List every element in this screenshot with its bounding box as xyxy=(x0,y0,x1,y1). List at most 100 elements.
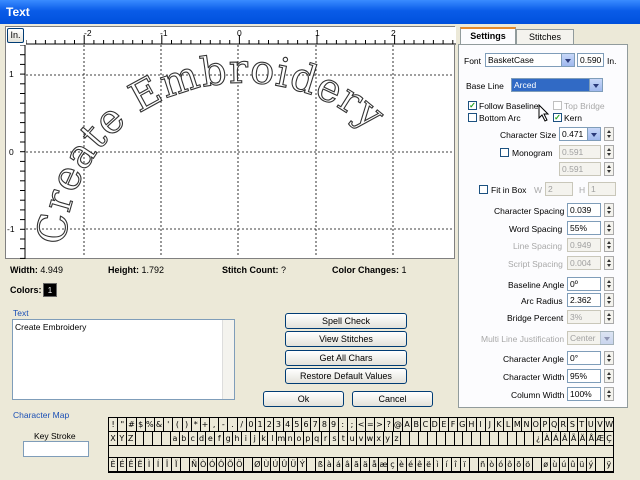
charmap-cell[interactable]: l xyxy=(268,431,278,446)
charmap-cell[interactable]: Ö xyxy=(235,457,245,472)
multiline-dropdown-icon[interactable] xyxy=(600,331,614,345)
charmap-cell[interactable]: å xyxy=(370,457,380,472)
ok-button[interactable]: Ok xyxy=(263,391,344,407)
charmap-cell[interactable]: Û xyxy=(280,457,290,472)
charmap-cell[interactable]: Ä xyxy=(578,431,588,446)
line-spacing-input[interactable]: 0.949 xyxy=(567,238,601,252)
charmap-cell[interactable]: d xyxy=(197,431,207,446)
charmap-cell[interactable]: k xyxy=(259,431,269,446)
charmap-cell[interactable]: Ã xyxy=(569,431,579,446)
charmap-cell[interactable] xyxy=(595,457,605,472)
char-angle-input[interactable]: 0° xyxy=(567,351,601,365)
charmap-cell[interactable]: v xyxy=(357,431,366,446)
charmap-cell[interactable]: 3 xyxy=(274,417,284,432)
charmap-cell[interactable]: È xyxy=(109,457,119,472)
charmap-cell[interactable]: ò xyxy=(487,457,497,472)
charmap-cell[interactable]: M xyxy=(513,417,523,432)
monogram-checkbox[interactable] xyxy=(500,148,509,157)
charmap-cell[interactable]: A xyxy=(403,417,413,432)
charmap-cell[interactable]: X xyxy=(109,431,118,446)
charmap-cell[interactable]: P xyxy=(540,417,550,432)
charmap-cell[interactable]: ô xyxy=(505,457,515,472)
tab-settings[interactable]: Settings xyxy=(460,27,516,45)
unit-button[interactable]: In. xyxy=(7,28,24,43)
char-spacing-spinner[interactable] xyxy=(604,203,614,217)
charmap-cell[interactable]: = xyxy=(366,417,376,432)
font-size-input[interactable]: 0.590 xyxy=(577,53,604,67)
charmap-cell[interactable]: x xyxy=(374,431,384,446)
charmap-cell[interactable]: Ç xyxy=(605,431,614,446)
charmap-cell[interactable]: * xyxy=(191,417,201,432)
baseline-dropdown-icon[interactable] xyxy=(589,78,603,92)
charmap-cell[interactable]: Å xyxy=(587,431,597,446)
charmap-cell[interactable]: ) xyxy=(182,417,192,432)
box-width-input[interactable]: 2 xyxy=(545,182,573,196)
char-size-spinner[interactable] xyxy=(604,127,614,141)
charmap-cell[interactable]: Æ xyxy=(596,431,606,446)
charmap-cell[interactable]: i xyxy=(241,431,251,446)
charmap-cell[interactable]: Ï xyxy=(172,457,182,472)
charmap-cell[interactable]: / xyxy=(237,417,247,432)
charmap-cell[interactable]: É xyxy=(118,457,128,472)
charmap-cell[interactable]: Ó xyxy=(208,457,218,472)
charmap-cell[interactable]: Õ xyxy=(226,457,236,472)
charmap-cell[interactable]: è xyxy=(397,457,407,472)
charmap-cell[interactable]: h xyxy=(233,431,242,446)
char-angle-spinner[interactable] xyxy=(604,351,614,365)
color-chip[interactable]: 1 xyxy=(43,283,57,297)
charmap-cell[interactable]: , xyxy=(210,417,220,432)
charmap-cell[interactable]: 9 xyxy=(329,417,339,432)
charmap-cell[interactable]: ; xyxy=(347,417,358,432)
charmap-cell[interactable] xyxy=(401,431,411,446)
charmap-cell[interactable]: - xyxy=(219,417,229,432)
charmap-cell[interactable]: ã xyxy=(352,457,362,472)
charmap-cell[interactable]: 1 xyxy=(256,417,266,432)
spell-check-button[interactable]: Spell Check xyxy=(285,313,407,329)
line-spacing-spinner[interactable] xyxy=(604,238,614,252)
charmap-cell[interactable] xyxy=(498,431,508,446)
charmap-cell[interactable] xyxy=(516,431,526,446)
charmap-cell[interactable] xyxy=(427,431,437,446)
charmap-cell[interactable]: Ô xyxy=(217,457,227,472)
charmap-cell[interactable]: $ xyxy=(136,417,146,432)
charmap-cell[interactable]: J xyxy=(485,417,495,432)
charmap-cell[interactable]: n xyxy=(286,431,296,446)
charmap-cell[interactable]: N xyxy=(522,417,532,432)
word-spacing-spinner[interactable] xyxy=(604,221,614,235)
charmap-cell[interactable]: B xyxy=(412,417,422,432)
charmap-cell[interactable]: ý xyxy=(586,457,596,472)
charmap-cell[interactable]: C xyxy=(421,417,431,432)
charmap-cell[interactable]: Z xyxy=(126,431,136,446)
charmap-cell[interactable]: ß xyxy=(316,457,326,472)
charmap-cell[interactable]: Â xyxy=(560,431,570,446)
charmap-cell[interactable]: æ xyxy=(379,457,389,472)
charmap-cell[interactable] xyxy=(454,431,464,446)
charmap-cell[interactable]: S xyxy=(568,417,578,432)
charmap-cell[interactable] xyxy=(469,457,479,472)
charmap-cell[interactable]: ì xyxy=(433,457,443,472)
charmap-cell[interactable]: Ò xyxy=(199,457,209,472)
charmap-cell[interactable]: ø xyxy=(541,457,551,472)
charmap-cell[interactable] xyxy=(144,431,154,446)
charmap-cell[interactable]: Á xyxy=(551,431,561,446)
char-width-input[interactable]: 95% xyxy=(567,369,601,383)
charmap-cell[interactable]: . xyxy=(228,417,238,432)
charmap-cell[interactable] xyxy=(162,431,172,446)
charmap-cell[interactable]: 7 xyxy=(311,417,321,432)
follow-baseline-checkbox[interactable]: ✓ xyxy=(468,101,477,110)
monogram-spinner-1[interactable] xyxy=(604,145,614,159)
charmap-cell[interactable]: b xyxy=(179,431,189,446)
charmap-cell[interactable]: L xyxy=(504,417,514,432)
bridge-percent-input[interactable]: 3% xyxy=(567,310,601,324)
charmap-cell[interactable]: õ xyxy=(514,457,524,472)
cancel-button[interactable]: Cancel xyxy=(352,391,433,407)
charmap-cell[interactable]: ¿ xyxy=(534,431,544,446)
fit-in-box-checkbox[interactable] xyxy=(479,185,488,194)
charmap-cell[interactable]: u xyxy=(348,431,358,446)
charmap-cell[interactable] xyxy=(525,431,535,446)
charmap-cell[interactable]: + xyxy=(200,417,211,432)
charmap-cell[interactable]: ë xyxy=(424,457,434,472)
charmap-cell[interactable]: E xyxy=(439,417,449,432)
charmap-cell[interactable] xyxy=(135,431,145,446)
bridge-percent-spinner[interactable] xyxy=(604,310,614,324)
